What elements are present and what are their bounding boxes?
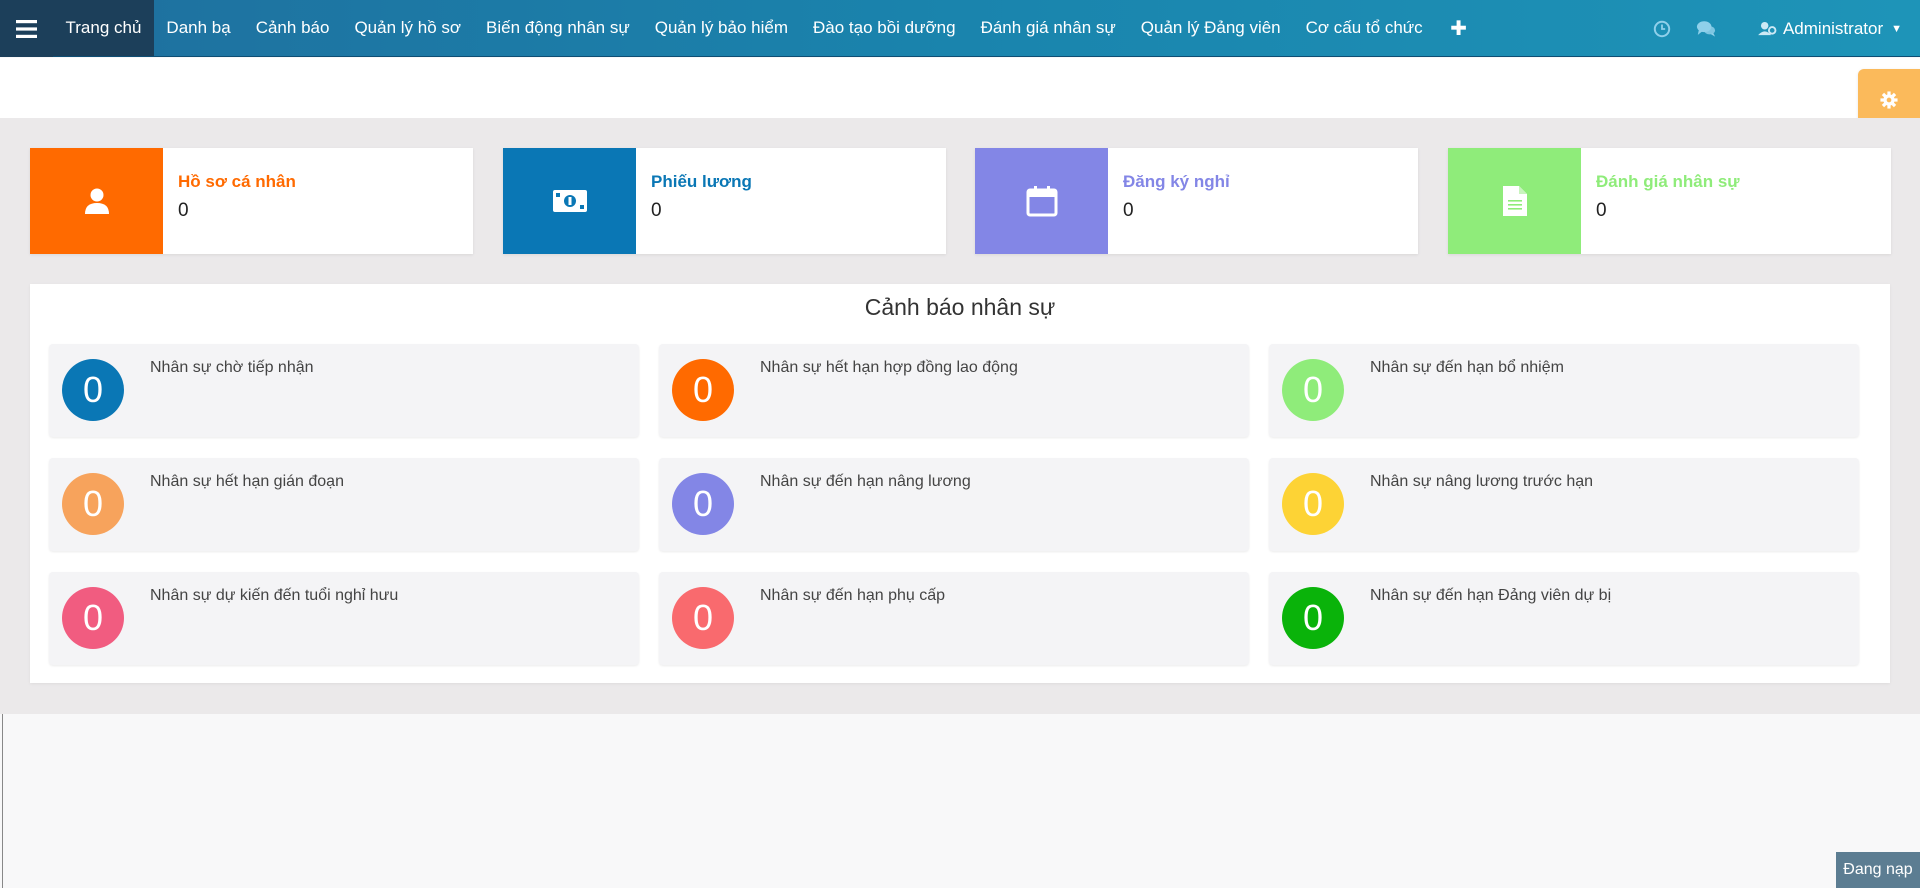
top-right-tools: Administrator ▼	[1652, 0, 1920, 57]
nav-item-evaluation[interactable]: Đánh giá nhân sự	[968, 0, 1128, 56]
alert-contract-expired[interactable]: 0 Nhân sự hết hạn hợp đồng lao động	[659, 344, 1249, 437]
alert-interruption-expired[interactable]: 0 Nhân sự hết hạn gián đoạn	[49, 458, 639, 551]
card-icon-box	[503, 148, 636, 254]
money-icon	[552, 190, 587, 212]
nav-item-training[interactable]: Đào tạo bồi dưỡng	[801, 0, 969, 56]
divider	[2, 714, 3, 888]
nav-item-alerts[interactable]: Cảnh báo	[243, 0, 342, 56]
personnel-alerts-panel: Cảnh báo nhân sự 0 Nhân sự chờ tiếp nhận…	[30, 284, 1890, 683]
alert-count-badge: 0	[62, 587, 124, 649]
nav-item-org-structure[interactable]: Cơ cấu tổ chức	[1293, 0, 1435, 56]
alert-count-badge: 0	[672, 359, 734, 421]
card-title: Hồ sơ cá nhân	[178, 172, 296, 191]
menu-toggle-button[interactable]	[0, 0, 53, 57]
alert-label: Nhân sự hết hạn hợp đồng lao động	[760, 359, 1018, 376]
chat-bubbles-icon[interactable]	[1696, 19, 1716, 39]
nav-item-profiles[interactable]: Quản lý hồ sơ	[342, 0, 474, 56]
alert-probationary-party-member[interactable]: 0 Nhân sự đến hạn Đảng viên dự bị	[1269, 572, 1859, 665]
card-title: Đánh giá nhân sự	[1596, 172, 1740, 191]
user-gear-icon	[1758, 21, 1777, 36]
document-icon	[1502, 186, 1527, 216]
history-clock-icon[interactable]	[1652, 19, 1672, 39]
alert-salary-raise-due[interactable]: 0 Nhân sự đến hạn nâng lương	[659, 458, 1249, 551]
chevron-down-icon: ▼	[1891, 22, 1902, 35]
card-icon-box	[30, 148, 163, 254]
page-header-strip	[0, 58, 1920, 118]
alert-label: Nhân sự đến hạn Đảng viên dự bị	[1370, 587, 1612, 604]
calendar-icon	[1026, 186, 1057, 217]
nav-item-party-members[interactable]: Quản lý Đảng viên	[1128, 0, 1293, 56]
card-staff-evaluation[interactable]: Đánh giá nhân sự 0	[1448, 148, 1891, 254]
card-value: 0	[651, 200, 662, 221]
card-leave-registration[interactable]: Đăng ký nghỉ 0	[975, 148, 1418, 254]
alert-label: Nhân sự đến hạn bổ nhiệm	[1370, 359, 1564, 376]
alerts-title: Cảnh báo nhân sự	[864, 294, 1056, 320]
loading-indicator: Đang nạp	[1836, 852, 1920, 888]
card-value: 0	[178, 200, 189, 221]
alert-count-badge: 0	[62, 473, 124, 535]
alert-allowance-due[interactable]: 0 Nhân sự đến hạn phụ cấp	[659, 572, 1249, 665]
dashboard-content: Hồ sơ cá nhân 0 Phiếu lương 0 Đăng ký ng…	[0, 118, 1920, 714]
main-nav: Trang chủ Danh bạ Cảnh báo Quản lý hồ sơ…	[53, 0, 1482, 56]
add-tab-button[interactable]: ✚	[1435, 0, 1482, 56]
nav-item-contacts[interactable]: Danh bạ	[154, 0, 243, 56]
card-title: Phiếu lương	[651, 172, 752, 191]
nav-item-insurance[interactable]: Quản lý bảo hiểm	[642, 0, 800, 56]
hamburger-icon	[16, 19, 37, 38]
gear-icon	[1880, 90, 1898, 109]
card-payslip[interactable]: Phiếu lương 0	[503, 148, 946, 254]
alert-count-badge: 0	[672, 587, 734, 649]
top-navbar: Trang chủ Danh bạ Cảnh báo Quản lý hồ sơ…	[0, 0, 1920, 57]
card-icon-box	[975, 148, 1108, 254]
alert-pending-reception[interactable]: 0 Nhân sự chờ tiếp nhận	[49, 344, 639, 437]
alert-label: Nhân sự đến hạn nâng lương	[760, 473, 971, 490]
user-name: Administrator	[1782, 18, 1884, 38]
alert-count-badge: 0	[1282, 359, 1344, 421]
alert-count-badge: 0	[1282, 473, 1344, 535]
card-icon-box	[1448, 148, 1581, 254]
alert-label: Nhân sự hết hạn gián đoạn	[150, 473, 344, 490]
alert-count-badge: 0	[672, 473, 734, 535]
user-icon	[84, 188, 109, 214]
card-value: 0	[1596, 200, 1607, 221]
alert-label: Nhân sự dự kiến đến tuổi nghỉ hưu	[150, 587, 399, 604]
alert-label: Nhân sự đến hạn phụ cấp	[760, 587, 946, 604]
alert-appointment-due[interactable]: 0 Nhân sự đến hạn bổ nhiệm	[1269, 344, 1859, 437]
nav-item-personnel-changes[interactable]: Biến động nhân sự	[474, 0, 643, 56]
card-title: Đăng ký nghỉ	[1123, 172, 1230, 191]
card-value: 0	[1123, 200, 1134, 221]
alert-label: Nhân sự nâng lương trước hạn	[1370, 473, 1594, 490]
alert-retirement-age[interactable]: 0 Nhân sự dự kiến đến tuổi nghỉ hưu	[49, 572, 639, 665]
alert-label: Nhân sự chờ tiếp nhận	[150, 359, 314, 376]
user-menu[interactable]: Administrator ▼	[1758, 19, 1902, 39]
card-personal-profile[interactable]: Hồ sơ cá nhân 0	[30, 148, 473, 254]
nav-item-home[interactable]: Trang chủ	[53, 0, 154, 56]
alert-count-badge: 0	[62, 359, 124, 421]
alert-count-badge: 0	[1282, 587, 1344, 649]
alert-early-salary-raise[interactable]: 0 Nhân sự nâng lương trước hạn	[1269, 458, 1859, 551]
